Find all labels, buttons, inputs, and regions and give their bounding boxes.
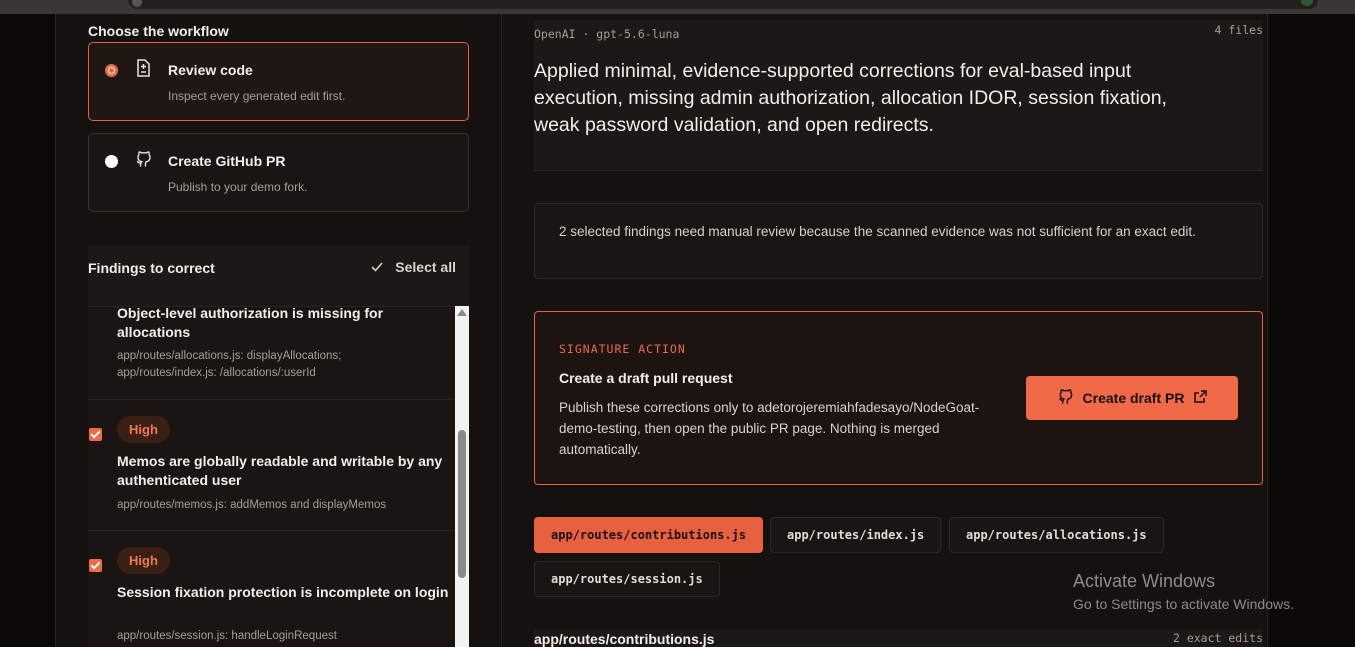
signature-action-card: SIGNATURE ACTION Create a draft pull req… [534, 311, 1263, 485]
watermark-line2: Go to Settings to activate Windows. [1073, 596, 1294, 612]
finding-title: Session fixation protection is incomplet… [117, 584, 449, 600]
finding-item: Object-level authorization is missing fo… [88, 307, 469, 400]
finding-title: Object-level authorization is missing fo… [117, 306, 384, 340]
current-file-edits: 2 exact edits [1172, 631, 1263, 645]
file-tab-allocations[interactable]: app/routes/allocations.js [949, 517, 1164, 553]
files-count: 4 files [1214, 23, 1263, 37]
workflow-option-title: Review code [168, 62, 253, 78]
finding-path: app/routes/allocations.js: displayAlloca… [117, 350, 342, 379]
current-file-name: app/routes/contributions.js [534, 631, 715, 647]
finding-path: app/routes/memos.js: addMemos and displa… [117, 499, 387, 511]
create-draft-pr-label: Create draft PR [1082, 390, 1185, 406]
findings-scrollbar[interactable] [455, 306, 469, 647]
address-bar[interactable] [128, 0, 1318, 9]
finding-title: Memos are globally readable and writable… [117, 453, 443, 488]
workflow-option-create-pr[interactable]: Create GitHub PR Publish to your demo fo… [88, 133, 469, 212]
model-label: OpenAI · gpt-5.6-luna [534, 27, 680, 41]
select-all-label: Select all [395, 259, 456, 275]
browser-top-bar [0, 0, 1355, 14]
summary-panel: OpenAI · gpt-5.6-luna 4 files Applied mi… [534, 20, 1263, 171]
findings-heading: Findings to correct [88, 260, 215, 276]
signature-description: Publish these corrections only to adetor… [559, 400, 980, 457]
finding-item: High Session fixation protection is inco… [88, 531, 469, 647]
findings-list[interactable]: Object-level authorization is missing fo… [88, 306, 469, 647]
finding-item: High Memos are globally readable and wri… [88, 400, 469, 531]
workflow-heading: Choose the workflow [88, 23, 229, 39]
column-divider [501, 14, 502, 647]
github-icon [135, 150, 151, 168]
scrollbar-thumb[interactable] [458, 430, 466, 578]
windows-activation-watermark: Activate Windows Go to Settings to activ… [1073, 571, 1294, 612]
finding-checkbox[interactable] [89, 559, 102, 572]
github-icon [1057, 388, 1073, 408]
findings-header: Findings to correct Select all [88, 245, 469, 306]
create-draft-pr-button[interactable]: Create draft PR [1026, 376, 1238, 420]
file-tab-session[interactable]: app/routes/session.js [534, 561, 720, 597]
workflow-option-description: Inspect every generated edit first. [168, 89, 346, 103]
select-all-button[interactable]: Select all [371, 258, 456, 276]
file-diff-header: app/routes/contributions.js 2 exact edit… [534, 629, 1263, 647]
workflow-option-description: Publish to your demo fork. [168, 180, 308, 194]
severity-badge: High [117, 416, 170, 443]
check-icon [371, 259, 383, 275]
external-link-icon [1194, 390, 1208, 406]
workflow-option-title: Create GitHub PR [168, 153, 286, 169]
notice-text: 2 selected findings need manual review b… [559, 224, 1196, 239]
signature-eyebrow: SIGNATURE ACTION [559, 342, 686, 356]
workflow-option-review-code[interactable]: Review code Inspect every generated edit… [88, 42, 469, 121]
manual-review-notice: 2 selected findings need manual review b… [534, 203, 1263, 279]
scroll-up-icon[interactable] [457, 309, 467, 316]
signature-title: Create a draft pull request [559, 370, 733, 386]
finding-checkbox[interactable] [89, 428, 102, 441]
severity-badge: High [117, 547, 170, 574]
create-pr-radio[interactable] [105, 155, 118, 168]
file-tab-contributions[interactable]: app/routes/contributions.js [534, 517, 764, 553]
summary-text: Applied minimal, evidence-supported corr… [534, 60, 1167, 136]
review-code-radio[interactable] [105, 64, 118, 77]
file-diff-icon [135, 59, 151, 77]
file-tab-index[interactable]: app/routes/index.js [770, 517, 942, 553]
watermark-line1: Activate Windows [1073, 571, 1216, 591]
finding-path: app/routes/session.js: handleLoginReques… [117, 630, 337, 642]
